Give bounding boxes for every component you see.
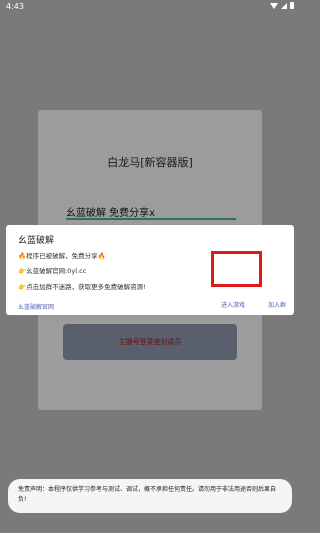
app-title: 白龙马[新容器版] [107,156,193,169]
pointing-hand-icon: 👉 [18,283,27,291]
dialog-line-1: 🔥程序已被破解，免费分享🔥 [18,250,106,260]
fire-icon: 🔥 [18,252,27,260]
status-bar: 4:43 [0,0,300,14]
status-time: 4:43 [6,2,24,11]
pointing-hand-icon: 👉 [18,267,27,275]
dialog-line-3: 👉点击加群不迷路，获取更多免费破解资源! [18,281,146,291]
dialog-title: 幺蓝破解 [18,236,55,246]
join-group-button[interactable]: 加入群 [268,300,286,309]
login-button[interactable]: 主播号登录鉴别成员 [63,324,237,360]
text-input[interactable]: 幺蓝破解 免费分享x [66,204,155,219]
disclaimer-toast: 免责声明：本程序仅供学习参考与测试、调试，概不承担任何责任。请勿用于非法用途否则… [8,479,292,513]
wifi-icon [270,2,278,9]
disclaimer-text: 免责声明：本程序仅供学习参考与测试、调试，概不承担任何责任。请勿用于非法用途否则… [18,486,277,503]
dialog-line-1-text: 程序已被破解，免费分享 [26,252,98,260]
status-icons [270,2,294,9]
input-underline [66,218,236,220]
battery-icon [290,2,294,9]
highlight-box [211,251,262,287]
dialog-line-2-text: 幺蓝破解官网:0yl.cc [26,267,87,275]
dialog-line-3-text: 点击加群不迷路，获取更多免费破解资源! [26,283,146,291]
enter-game-button[interactable]: 进入游戏 [221,300,245,309]
official-site-button[interactable]: 幺蓝破解官网 [18,302,54,311]
dialog-line-2: 👉幺蓝破解官网:0yl.cc [18,265,86,275]
fire-icon: 🔥 [97,252,106,260]
signal-icon [281,2,287,9]
